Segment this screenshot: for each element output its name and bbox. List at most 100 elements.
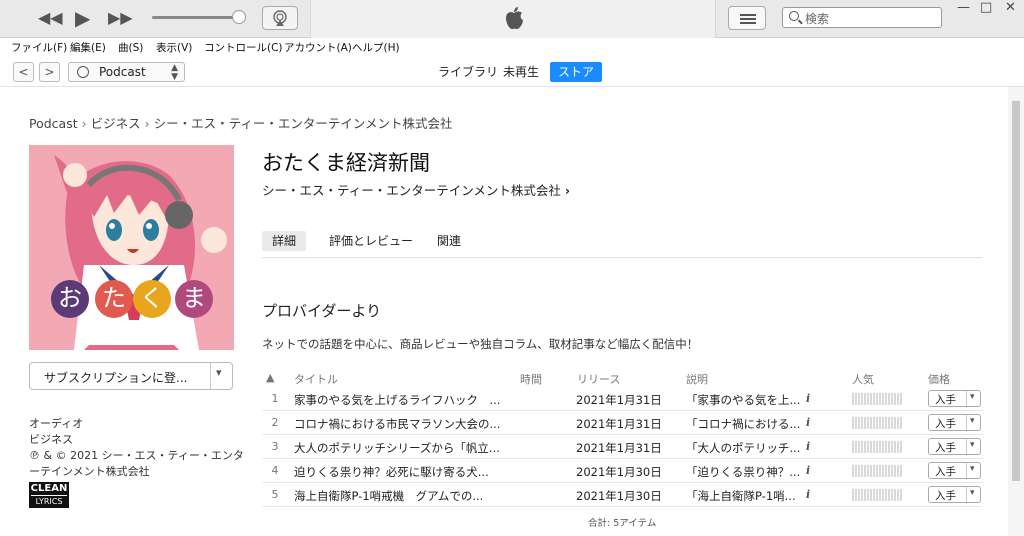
chevron-down-icon[interactable]: ▾	[970, 464, 975, 474]
episode-release: 2021年1月30日	[576, 489, 662, 503]
podcast-icon	[77, 66, 89, 78]
provider-section-heading: プロバイダーより	[262, 302, 382, 320]
popularity-bar	[852, 465, 902, 477]
maximize-button[interactable]: □	[980, 0, 992, 15]
close-button[interactable]: ✕	[1005, 0, 1016, 15]
category-link[interactable]: ビジネス	[29, 432, 244, 448]
get-button[interactable]: 入手 ▾	[928, 390, 981, 407]
table-row[interactable]: 2 コロナ禍における市民マラソン大会の... 2021年1月31日 「コロナ禍に…	[262, 411, 982, 435]
airplay-button[interactable]	[262, 6, 298, 30]
chevron-down-icon[interactable]: ▾	[216, 366, 222, 379]
list-view-button[interactable]	[728, 6, 766, 30]
table-row[interactable]: 1 家事のやる気を上げるライフハック ... 2021年1月31日 「家事のやる…	[262, 387, 982, 411]
artwork-illustration	[29, 145, 234, 350]
episode-title[interactable]: 大人のポテリッチシリーズから「帆立...	[294, 440, 504, 456]
get-divider	[966, 487, 967, 502]
search-icon	[789, 11, 799, 21]
get-divider	[966, 439, 967, 454]
column-header-price[interactable]: 価格	[928, 371, 950, 387]
tab-unplayed[interactable]: 未再生	[495, 62, 547, 82]
info-icon[interactable]: i	[806, 392, 810, 405]
get-label: 入手	[935, 418, 956, 430]
episode-description: 「コロナ禍における...	[686, 417, 801, 431]
column-header-release[interactable]: リリース	[577, 371, 620, 387]
get-button[interactable]: 入手 ▾	[928, 414, 981, 431]
tab-details[interactable]: 詳細	[262, 231, 307, 251]
episode-title[interactable]: 海上自衛隊P-1哨戒機 グアムでの...	[294, 488, 504, 504]
search-field[interactable]: 検索	[782, 7, 942, 28]
minimize-button[interactable]: —	[957, 0, 970, 15]
breadcrumb-business[interactable]: ビジネス	[91, 116, 141, 131]
table-row[interactable]: 4 迫りくる祟り神？必死に駆け寄る犬... 2021年1月30日 「迫りくる祟り…	[262, 459, 982, 483]
column-header-title[interactable]: タイトル	[294, 371, 338, 387]
get-button[interactable]: 入手 ▾	[928, 438, 981, 455]
chevron-down-icon[interactable]: ▾	[970, 416, 975, 426]
scrollbar-thumb[interactable]	[1012, 101, 1020, 481]
column-header-popularity[interactable]: 人気	[852, 371, 874, 387]
provider-section-description: ネットでの話題を中心に、商品レビューや独自コラム、取材記事など幅広く配信中！	[262, 337, 699, 351]
category-type: オーディオ	[29, 417, 84, 430]
apple-logo-icon	[506, 7, 523, 30]
breadcrumb-podcast[interactable]: Podcast	[29, 116, 78, 131]
table-row[interactable]: 5 海上自衛隊P-1哨戒機 グアムでの... 2021年1月30日 「海上自衛隊…	[262, 483, 982, 507]
menu-bar: ファイル(F) 編集(E) 曲(S) 表示(V) コントロール(C) アカウント…	[0, 38, 1024, 57]
episode-number: 4	[271, 464, 279, 477]
play-icon[interactable]: ▶	[75, 6, 90, 30]
get-label: 入手	[935, 466, 956, 478]
episode-number: 3	[271, 440, 279, 453]
provider-link[interactable]: シー・エス・ティー・エンターテインメント株式会社 ›	[262, 180, 570, 199]
popularity-bar	[852, 489, 902, 501]
breadcrumb: Podcast › ビジネス › シー・エス・ティー・エンターテインメント株式会社	[29, 113, 453, 132]
vertical-scrollbar[interactable]	[1008, 87, 1024, 536]
next-icon[interactable]: ▶▶	[108, 6, 133, 30]
airplay-icon	[273, 10, 287, 26]
subscribe-label: サブスクリプションに登...	[44, 371, 188, 385]
episode-description: 「海上自衛隊P-1哨...	[686, 489, 796, 503]
info-icon[interactable]: i	[806, 488, 810, 501]
info-icon[interactable]: i	[806, 440, 810, 453]
info-icon[interactable]: i	[806, 464, 810, 477]
breadcrumb-separator: ›	[81, 116, 87, 131]
media-kind-label: Podcast	[99, 65, 146, 79]
subscribe-button[interactable]: サブスクリプションに登... ▾	[29, 362, 233, 390]
episode-title[interactable]: 家事のやる気を上げるライフハック ...	[294, 392, 504, 408]
clean-badge-bottom: LYRICS	[31, 495, 67, 507]
tab-store[interactable]: ストア	[550, 62, 603, 82]
menu-account[interactable]: アカウント(A)	[284, 40, 352, 55]
chevron-down-icon[interactable]: ▾	[970, 392, 975, 402]
volume-slider-handle[interactable]	[232, 10, 246, 24]
menu-view[interactable]: 表示(V)	[156, 40, 192, 55]
chevron-down-icon[interactable]: ▾	[970, 488, 975, 498]
sort-ascending-icon[interactable]: ▲	[266, 371, 274, 384]
episode-title[interactable]: コロナ禍における市民マラソン大会の...	[294, 416, 504, 432]
menu-control[interactable]: コントロール(C)	[204, 40, 283, 55]
back-button[interactable]: <	[13, 62, 34, 82]
info-icon[interactable]: i	[806, 416, 810, 429]
chevron-down-icon[interactable]: ▾	[970, 440, 975, 450]
previous-icon[interactable]: ◀◀	[38, 6, 63, 30]
tab-ratings-reviews[interactable]: 評価とレビュー	[319, 231, 423, 251]
menu-edit[interactable]: 編集(E)	[70, 40, 106, 55]
title-bar: ◀◀ ▶ ▶▶ 検索 — □ ✕	[0, 0, 1024, 38]
volume-slider[interactable]	[152, 16, 240, 19]
get-label: 入手	[935, 394, 956, 406]
get-button[interactable]: 入手 ▾	[928, 486, 981, 503]
episode-title[interactable]: 迫りくる祟り神？必死に駆け寄る犬...	[294, 464, 504, 480]
tab-related[interactable]: 関連	[427, 231, 471, 251]
episode-description: 「迫りくる祟り神？...	[686, 465, 801, 479]
menu-file[interactable]: ファイル(F)	[11, 40, 67, 55]
column-header-description[interactable]: 説明	[686, 371, 708, 387]
forward-button[interactable]: >	[39, 62, 60, 82]
subscribe-divider	[210, 363, 211, 389]
table-row[interactable]: 3 大人のポテリッチシリーズから「帆立... 2021年1月31日 「大人のポテ…	[262, 435, 982, 459]
get-button[interactable]: 入手 ▾	[928, 462, 981, 479]
episode-number: 5	[271, 488, 279, 501]
breadcrumb-provider[interactable]: シー・エス・ティー・エンターテインメント株式会社	[154, 116, 453, 131]
column-header-time[interactable]: 時間	[520, 371, 542, 387]
list-icon-line	[740, 22, 756, 24]
episode-release: 2021年1月31日	[576, 417, 662, 431]
menu-help[interactable]: ヘルプ(H)	[352, 40, 400, 55]
media-kind-select[interactable]: Podcast ▲ ▼	[68, 62, 185, 82]
popularity-bar	[852, 441, 902, 453]
menu-song[interactable]: 曲(S)	[118, 40, 143, 55]
